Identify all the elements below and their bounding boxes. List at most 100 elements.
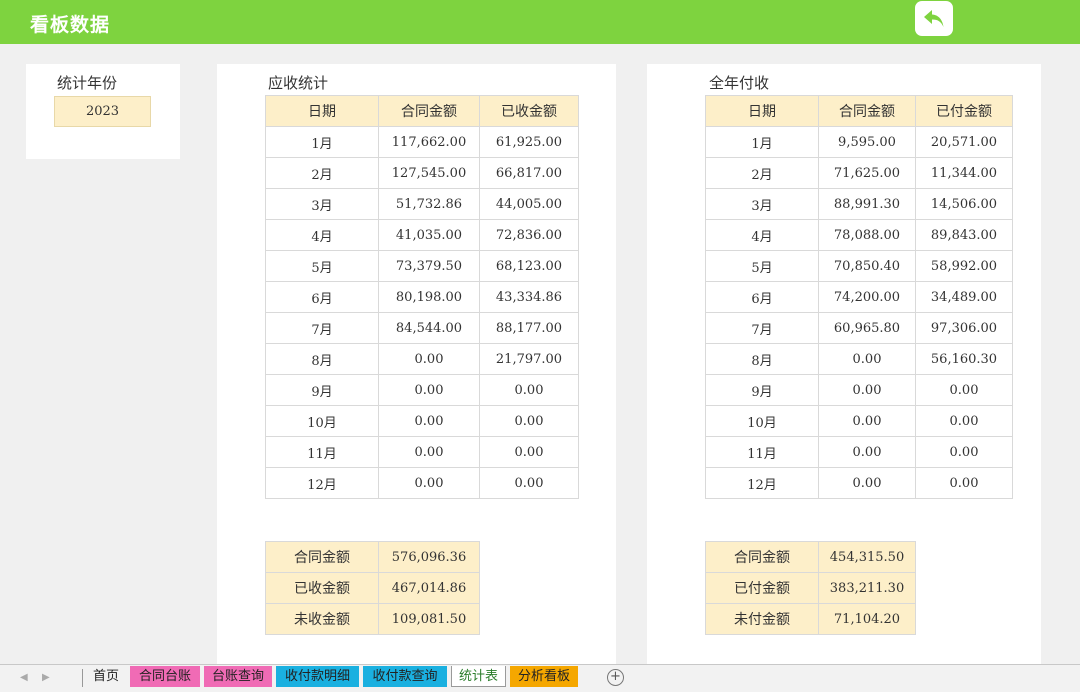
table-row: 8月 0.00 21,797.00 xyxy=(265,343,579,375)
summary-row: 已收金额 467,014.86 xyxy=(265,572,480,604)
receivable-panel: 应收统计 日期 合同金额 已收金额 1月 117,662.00 61,925.00 2月 1… xyxy=(217,64,616,666)
table-cell: 68,123.00 xyxy=(479,250,579,282)
table-row: 10月 0.00 0.00 xyxy=(265,405,579,437)
table-cell: 0.00 xyxy=(378,343,480,375)
table-cell: 89,843.00 xyxy=(915,219,1013,251)
sheet-tab[interactable]: 合同台账 xyxy=(130,666,200,687)
receivable-column-header: 已收金额 xyxy=(479,95,579,127)
table-cell: 3月 xyxy=(705,188,819,220)
summary-label: 合同金额 xyxy=(705,541,819,573)
table-cell: 117,662.00 xyxy=(378,126,480,158)
table-row: 8月 0.00 56,160.30 xyxy=(705,343,1013,375)
receivable-column-header: 日期 xyxy=(265,95,379,127)
table-cell: 58,992.00 xyxy=(915,250,1013,282)
table-cell: 8月 xyxy=(265,343,379,375)
table-cell: 6月 xyxy=(265,281,379,313)
table-cell: 88,991.30 xyxy=(818,188,916,220)
table-cell: 2月 xyxy=(265,157,379,189)
next-sheet-icon[interactable]: ▶ xyxy=(42,672,50,683)
back-button[interactable] xyxy=(915,1,953,36)
summary-row: 合同金额 454,315.50 xyxy=(705,541,916,573)
table-cell: 14,506.00 xyxy=(915,188,1013,220)
table-cell: 1月 xyxy=(265,126,379,158)
table-cell: 43,334.86 xyxy=(479,281,579,313)
table-cell: 88,177.00 xyxy=(479,312,579,344)
year-label: 统计年份 xyxy=(57,74,118,92)
table-cell: 9月 xyxy=(265,374,379,406)
table-row: 9月 0.00 0.00 xyxy=(705,374,1013,406)
table-cell: 0.00 xyxy=(915,405,1013,437)
table-cell: 0.00 xyxy=(818,343,916,375)
table-cell: 56,160.30 xyxy=(915,343,1013,375)
table-cell: 11月 xyxy=(705,436,819,468)
sheet-tab[interactable]: 收付款查询 xyxy=(363,666,447,687)
table-cell: 0.00 xyxy=(378,374,480,406)
table-row: 12月 0.00 0.00 xyxy=(265,467,579,499)
year-panel: 统计年份 2023 xyxy=(26,64,180,159)
sheet-tab[interactable]: 收付款明细 xyxy=(276,666,359,687)
table-cell: 0.00 xyxy=(479,436,579,468)
table-row: 4月 78,088.00 89,843.00 xyxy=(705,219,1013,251)
table-cell: 4月 xyxy=(705,219,819,251)
table-cell: 78,088.00 xyxy=(818,219,916,251)
table-cell: 72,836.00 xyxy=(479,219,579,251)
payable-title: 全年付收 xyxy=(709,74,770,92)
summary-value: 467,014.86 xyxy=(378,572,480,604)
table-cell: 0.00 xyxy=(915,467,1013,499)
table-cell: 97,306.00 xyxy=(915,312,1013,344)
plus-circle-icon[interactable]: + xyxy=(607,669,624,686)
payable-panel: 全年付收 日期 合同金额 已付金额 1月 9,595.00 20,571.00 2月 71,… xyxy=(647,64,1041,666)
table-row: 9月 0.00 0.00 xyxy=(265,374,579,406)
table-cell: 11,344.00 xyxy=(915,157,1013,189)
table-row: 1月 9,595.00 20,571.00 xyxy=(705,126,1013,158)
table-cell: 70,850.40 xyxy=(818,250,916,282)
table-row: 7月 60,965.80 97,306.00 xyxy=(705,312,1013,344)
summary-value: 576,096.36 xyxy=(378,541,480,573)
prev-sheet-icon[interactable]: ◀ xyxy=(20,672,28,683)
table-cell: 10月 xyxy=(705,405,819,437)
table-cell: 3月 xyxy=(265,188,379,220)
page-title: 看板数据 xyxy=(30,14,111,36)
sheet-tab[interactable]: 首页 xyxy=(84,666,128,687)
table-cell: 61,925.00 xyxy=(479,126,579,158)
table-cell: 0.00 xyxy=(818,436,916,468)
table-cell: 4月 xyxy=(265,219,379,251)
table-cell: 0.00 xyxy=(818,467,916,499)
summary-row: 未收金额 109,081.50 xyxy=(265,603,480,635)
table-cell: 21,797.00 xyxy=(479,343,579,375)
summary-value: 383,211.30 xyxy=(818,572,916,604)
table-row: 7月 84,544.00 88,177.00 xyxy=(265,312,579,344)
summary-label: 未收金额 xyxy=(265,603,379,635)
summary-label: 已付金额 xyxy=(705,572,819,604)
table-cell: 0.00 xyxy=(479,374,579,406)
table-row: 2月 127,545.00 66,817.00 xyxy=(265,157,579,189)
table-cell: 10月 xyxy=(265,405,379,437)
table-row: 10月 0.00 0.00 xyxy=(705,405,1013,437)
summary-row: 已付金额 383,211.30 xyxy=(705,572,916,604)
sheet-tab[interactable]: 台账查询 xyxy=(204,666,272,687)
table-row: 4月 41,035.00 72,836.00 xyxy=(265,219,579,251)
table-row: 6月 74,200.00 34,489.00 xyxy=(705,281,1013,313)
payable-summary: 合同金额 454,315.50 已付金额 383,211.30 未付金额 71,104.2… xyxy=(705,541,916,635)
table-cell: 12月 xyxy=(265,467,379,499)
summary-row: 未付金额 71,104.20 xyxy=(705,603,916,635)
sheet-tab[interactable]: 分析看板 xyxy=(510,666,578,687)
table-cell: 11月 xyxy=(265,436,379,468)
table-cell: 7月 xyxy=(265,312,379,344)
table-cell: 84,544.00 xyxy=(378,312,480,344)
table-cell: 12月 xyxy=(705,467,819,499)
receivable-title: 应收统计 xyxy=(268,74,329,92)
table-cell: 73,379.50 xyxy=(378,250,480,282)
table-cell: 0.00 xyxy=(479,467,579,499)
payable-column-header: 合同金额 xyxy=(818,95,916,127)
summary-value: 454,315.50 xyxy=(818,541,916,573)
table-cell: 0.00 xyxy=(915,436,1013,468)
table-cell: 66,817.00 xyxy=(479,157,579,189)
summary-value: 109,081.50 xyxy=(378,603,480,635)
year-select[interactable]: 2023 xyxy=(54,96,151,127)
sheet-tab-bar: ◀ ▶ 首页 合同台账 台账查询 收付款明细 收付款查询 统计表 分析看板 + xyxy=(0,664,1080,692)
app-header: 看板数据 xyxy=(0,0,1080,44)
payable-column-header: 已付金额 xyxy=(915,95,1013,127)
sheet-tab[interactable]: 统计表 xyxy=(451,666,506,687)
receivable-column-header: 合同金额 xyxy=(378,95,480,127)
